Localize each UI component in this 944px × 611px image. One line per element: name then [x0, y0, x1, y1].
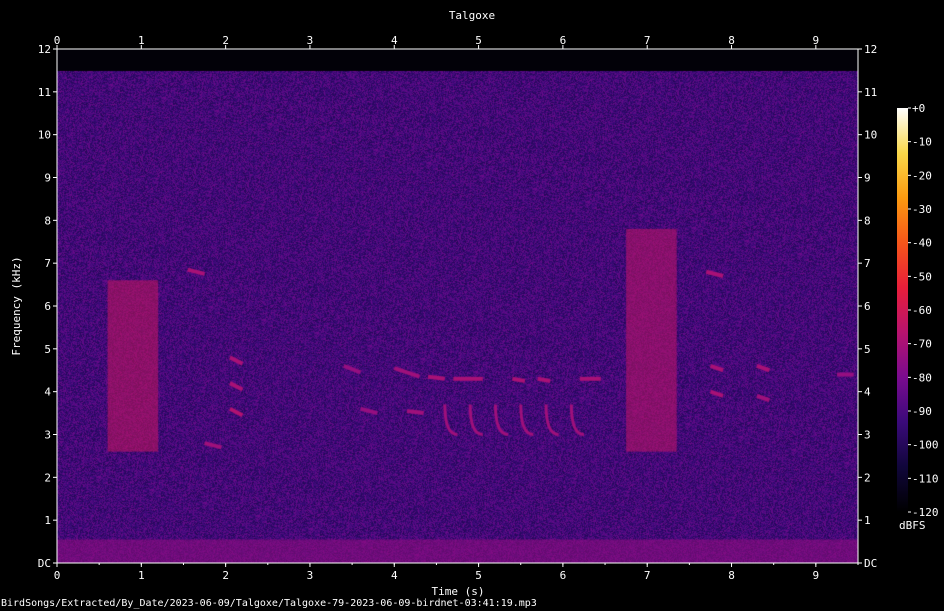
- y-tick-label-right: 2: [864, 471, 871, 484]
- colorbar-unit: dBFS: [899, 519, 926, 532]
- x-tick-label-bottom: 0: [54, 569, 61, 582]
- y-tick-label-right: DC: [864, 557, 877, 570]
- y-tick-label-right: 12: [864, 43, 877, 56]
- chart-title: Talgoxe: [448, 9, 496, 22]
- y-tick-label-left: 3: [44, 429, 51, 442]
- y-tick-label-right: 8: [864, 214, 871, 227]
- x-tick-label-top: 7: [644, 34, 651, 47]
- y-tick-label-right: 11: [864, 86, 877, 99]
- y-tick-label-left: 1: [44, 514, 51, 527]
- y-tick-label-right: 6: [864, 300, 871, 313]
- y-tick-label-left: 8: [44, 214, 51, 227]
- colorbar: +0 -10 -20 -30 -40 -50 -60 -70 -80 -90 -100 -110 -12…: [897, 102, 939, 519]
- y-tick-label-left: 5: [44, 343, 51, 356]
- colorbar-tick-label: -80: [912, 371, 932, 384]
- x-tick-label-top: 1: [138, 34, 145, 47]
- x-tick-label-top: 9: [813, 34, 820, 47]
- colorbar-tick-label: -90: [912, 405, 932, 418]
- y-tick-label-right: 4: [864, 386, 871, 399]
- y-tick-label-right: 7: [864, 257, 871, 270]
- spectrogram-plot: [57, 49, 858, 563]
- y-tick-label-right: 10: [864, 129, 877, 142]
- y-tick-label-left: 9: [44, 172, 51, 185]
- y-axis-label: Frequency (kHz): [10, 256, 23, 355]
- x-tick-label-bottom: 9: [813, 569, 820, 582]
- x-tick-label-bottom: 4: [391, 569, 398, 582]
- y-tick-label-left: 7: [44, 257, 51, 270]
- x-tick-label-bottom: 3: [307, 569, 314, 582]
- spectrogram-figure: 00112233445566778899DC DC1 12 23 34 45 56 67 78 8…: [10, 34, 939, 582]
- y-tick-label-left: 6: [44, 300, 51, 313]
- colorbar-tick-label: -60: [912, 304, 932, 317]
- x-tick-label-top: 4: [391, 34, 398, 47]
- colorbar-tick-label: -40: [912, 237, 932, 250]
- y-tick-label-left: 4: [44, 386, 51, 399]
- spectrogram-image: [57, 49, 858, 563]
- colorbar-tick-label: -30: [912, 203, 932, 216]
- y-tick-label-left: 10: [38, 129, 51, 142]
- x-tick-label-top: 3: [307, 34, 314, 47]
- x-tick-label-bottom: 2: [222, 569, 229, 582]
- x-tick-label-bottom: 8: [728, 569, 735, 582]
- x-axis-label: Time (s): [431, 585, 485, 598]
- x-tick-label-top: 2: [222, 34, 229, 47]
- colorbar-tick-label: +0: [912, 102, 925, 115]
- colorbar-gradient: [897, 108, 908, 512]
- y-tick-label-left: 2: [44, 471, 51, 484]
- x-tick-label-bottom: 1: [138, 569, 145, 582]
- y-tick-label-right: 5: [864, 343, 871, 356]
- x-tick-label-bottom: 5: [475, 569, 482, 582]
- source-file-path: BirdSongs/Extracted/By_Date/2023-06-09/T…: [1, 598, 537, 609]
- x-tick-label-top: 5: [475, 34, 482, 47]
- x-tick-label-bottom: 7: [644, 569, 651, 582]
- y-tick-label-right: 9: [864, 172, 871, 185]
- colorbar-tick-label: -100: [912, 439, 939, 452]
- y-tick-label-right: 3: [864, 429, 871, 442]
- colorbar-tick-label: -110: [912, 472, 939, 485]
- colorbar-tick-label: -50: [912, 270, 932, 283]
- y-tick-label-left: 12: [38, 43, 51, 56]
- x-tick-label-top: 0: [54, 34, 61, 47]
- colorbar-tick-label: -70: [912, 338, 932, 351]
- x-tick-label-bottom: 6: [560, 569, 567, 582]
- colorbar-tick-label: -120: [912, 506, 939, 519]
- x-tick-label-top: 8: [728, 34, 735, 47]
- y-tick-label-left: DC: [38, 557, 51, 570]
- colorbar-tick-label: -20: [912, 169, 932, 182]
- y-tick-label-right: 1: [864, 514, 871, 527]
- x-tick-label-top: 6: [560, 34, 567, 47]
- y-tick-label-left: 11: [38, 86, 51, 99]
- colorbar-tick-label: -10: [912, 136, 932, 149]
